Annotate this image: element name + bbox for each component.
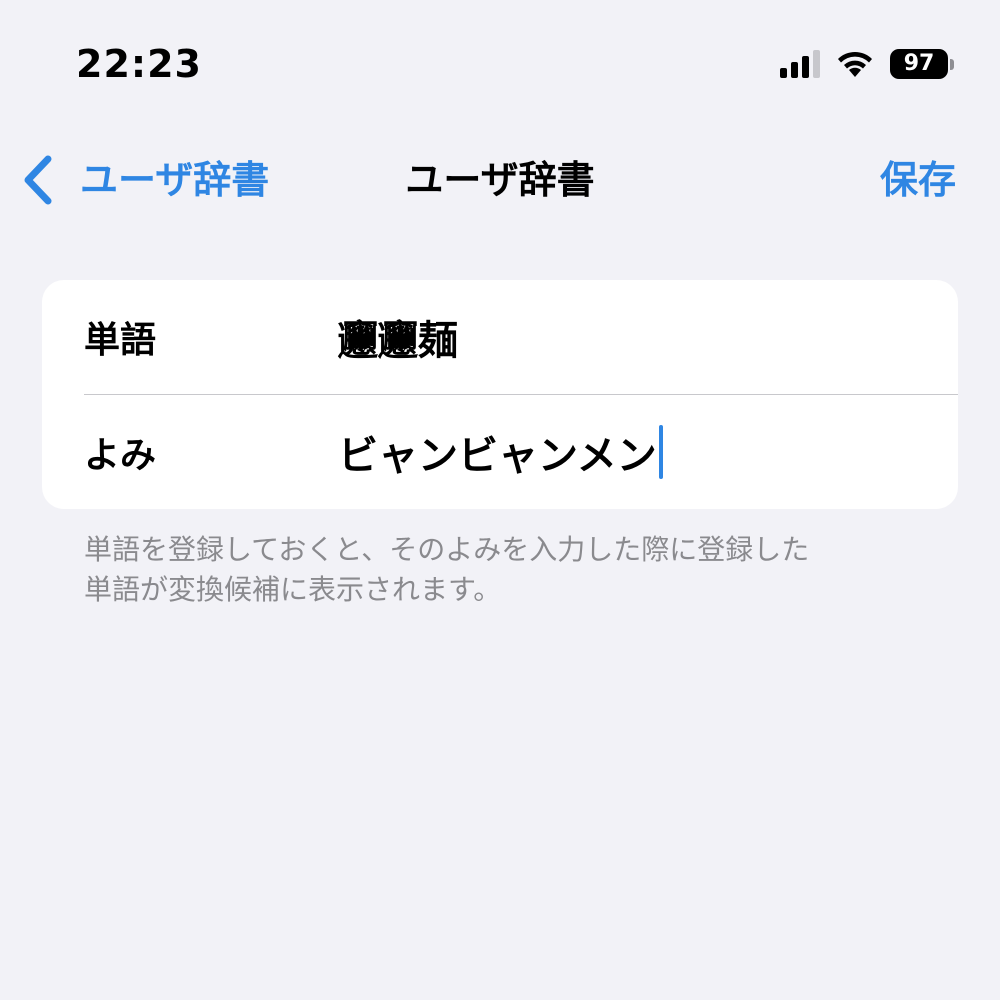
status-icons: 97 xyxy=(780,44,954,84)
word-value: 𰻞𰻞麺 xyxy=(338,318,458,364)
footnote-line-1: 単語を登録しておくと、そのよみを入力した際に登録した xyxy=(84,533,810,566)
battery-icon: 97 xyxy=(890,49,954,79)
reading-field[interactable]: ビャンビャンメン xyxy=(338,423,663,481)
back-button-label: ユーザ辞書 xyxy=(80,158,270,202)
footnote-line-2: 単語が変換候補に表示されます。 xyxy=(84,573,502,606)
form-footnote: 単語を登録しておくと、そのよみを入力した際に登録した 単語が変換候補に表示されま… xyxy=(84,530,944,610)
word-row[interactable]: 単語 𰻞𰻞麺 xyxy=(42,280,958,394)
wifi-icon xyxy=(838,51,872,77)
word-field[interactable]: 𰻞𰻞麺 xyxy=(338,308,458,366)
back-button[interactable]: ユーザ辞書 xyxy=(20,148,269,212)
reading-row[interactable]: よみ ビャンビャンメン xyxy=(84,394,958,509)
word-label: 単語 xyxy=(84,320,157,361)
reading-value: ビャンビャンメン xyxy=(338,433,657,479)
cellular-signal-icon xyxy=(780,50,820,78)
reading-label: よみ xyxy=(84,435,157,476)
dictionary-entry-form: 単語 𰻞𰻞麺 よみ ビャンビャンメン xyxy=(42,280,958,509)
status-bar: 22:23 97 xyxy=(0,0,1000,110)
navigation-bar: ユーザ辞書 ユーザ辞書 保存 xyxy=(0,140,1000,220)
save-button[interactable]: 保存 xyxy=(880,148,956,212)
battery-level: 97 xyxy=(890,49,948,79)
status-time: 22:23 xyxy=(76,42,202,86)
text-cursor xyxy=(658,425,663,479)
battery-tip xyxy=(950,58,954,70)
chevron-left-icon xyxy=(24,155,52,205)
